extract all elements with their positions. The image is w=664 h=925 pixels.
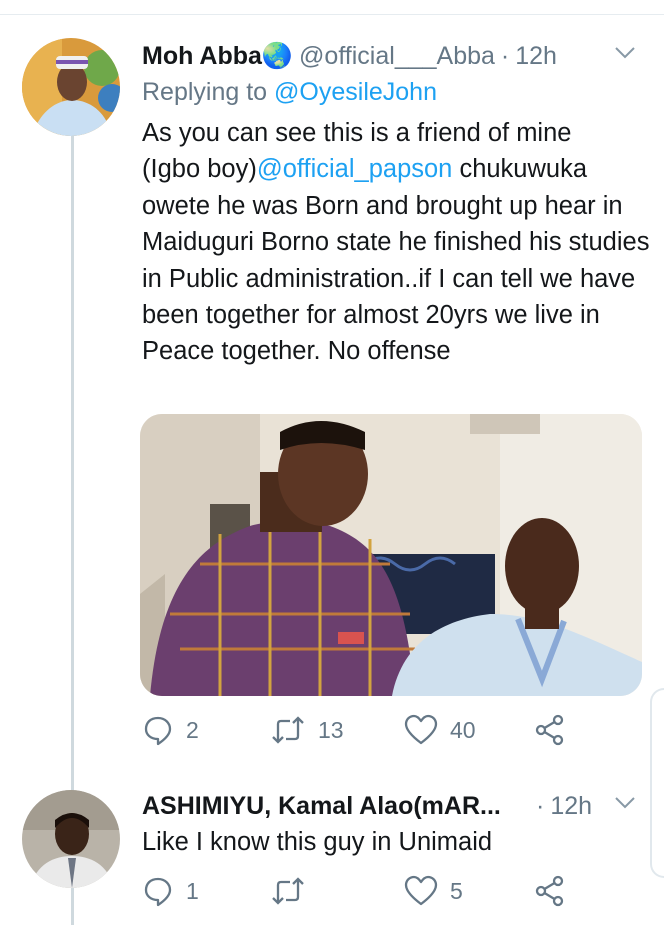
tweet-photo[interactable] [140, 414, 642, 696]
tweet-text: Like I know this guy in Unimaid [142, 828, 493, 856]
avatar[interactable] [22, 790, 120, 888]
tweet-meta: · 12h [536, 792, 592, 821]
top-divider [0, 14, 664, 15]
display-name[interactable]: ASHIMIYU, Kamal Alao(mAR... [142, 792, 501, 821]
user-handle[interactable]: @official___Abba [299, 42, 495, 71]
like-button[interactable]: 40 [404, 714, 476, 746]
reply-button[interactable]: 1 [142, 875, 199, 907]
reply-icon [144, 877, 172, 907]
like-button[interactable]: 5 [404, 875, 463, 907]
tweet-header: Moh Abba 🌏 @official___Abba · 12h [142, 42, 557, 71]
tweet-header: ASHIMIYU, Kamal Alao(mAR... [142, 792, 501, 821]
like-icon [404, 714, 438, 745]
replying-to-label: Replying to [142, 78, 275, 106]
retweet-icon [272, 716, 304, 744]
mention-link[interactable]: @official_papson [257, 155, 453, 183]
reply-icon [144, 716, 172, 746]
tweet-text-prefix: (Igbo boy) [142, 155, 257, 184]
separator-dot: · [500, 42, 510, 70]
replying-to: Replying to @OyesileJohn [142, 78, 437, 107]
tweet-text-body: owete he was Born and brought up hear in… [142, 191, 650, 366]
tweet-text-suffix: chukuwuka [452, 155, 588, 184]
reply-count: 1 [186, 877, 199, 904]
timestamp[interactable]: 12h [515, 42, 557, 71]
tweet-actions: 1 5 [142, 875, 612, 915]
separator-dot: · [536, 792, 545, 820]
floating-panel-edge [650, 688, 664, 878]
reply-count: 2 [186, 716, 199, 743]
like-icon [404, 875, 438, 906]
avatar[interactable] [22, 38, 120, 136]
retweet-count: 13 [318, 716, 344, 743]
share-icon [535, 875, 564, 907]
share-button[interactable] [534, 714, 566, 746]
like-count: 5 [450, 877, 463, 904]
retweet-button[interactable] [270, 875, 318, 907]
tweet-actions: 2 13 40 [142, 714, 612, 754]
share-icon [535, 714, 564, 746]
retweet-button[interactable]: 13 [270, 714, 344, 746]
chevron-down-icon[interactable] [614, 46, 636, 60]
tweet-text: As you can see this is a friend of mine … [142, 115, 652, 370]
reply-button[interactable]: 2 [142, 714, 199, 746]
display-name[interactable]: Moh Abba [142, 42, 262, 71]
replying-to-handle[interactable]: @OyesileJohn [274, 78, 437, 106]
globe-emoji-icon: 🌏 [261, 42, 294, 70]
retweet-icon [272, 877, 304, 905]
tweet-text-line1: As you can see this is a friend of mine [142, 119, 572, 147]
like-count: 40 [450, 716, 476, 743]
timestamp[interactable]: 12h [550, 792, 592, 821]
chevron-down-icon[interactable] [614, 796, 636, 810]
thread-line-top [71, 136, 74, 792]
share-button[interactable] [534, 875, 566, 907]
